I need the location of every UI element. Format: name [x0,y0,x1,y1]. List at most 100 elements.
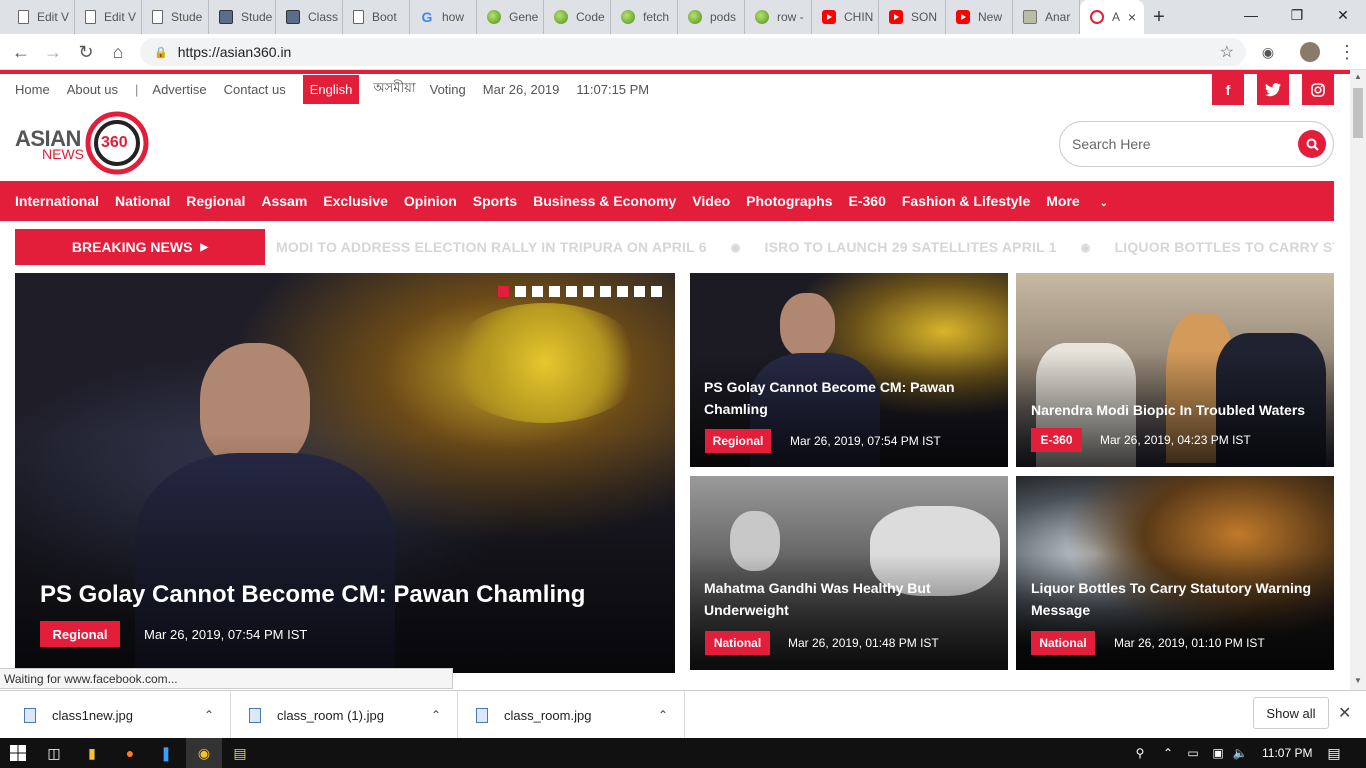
search-box[interactable]: Search Here [1059,121,1334,167]
slider-dot[interactable] [583,286,594,297]
ticker-item[interactable]: LIQUOR BOTTLES TO CARRY STATUTOR [1115,239,1335,255]
link-about-us[interactable]: About us [67,82,118,97]
ticker-item[interactable]: ISRO TO LAUNCH 29 SATELLITES APRIL 1 [765,239,1057,255]
card-title[interactable]: Narendra Modi Biopic In Troubled Waters [1031,399,1326,421]
browser-tab[interactable]: Class [276,0,343,34]
address-bar[interactable]: 🔒 https://asian360.in ☆ [140,38,1246,66]
slider-dot[interactable] [600,286,611,297]
card-category-badge[interactable]: National [1031,631,1095,655]
taskbar-clock[interactable]: 11:07 PM [1262,738,1312,768]
menu-kebab-icon[interactable]: ⋮ [1334,39,1360,65]
search-input[interactable]: Search Here [1072,136,1151,152]
lang-english-button[interactable]: English [302,74,360,104]
nav-e-360[interactable]: E-360 [849,193,886,209]
scroll-down-icon[interactable]: ▼ [1354,676,1362,685]
slider-dot[interactable] [651,286,662,297]
browser-tab[interactable]: Code [544,0,611,34]
minimize-icon[interactable]: — [1228,0,1274,30]
extension-icon[interactable]: ◉ [1255,39,1281,65]
slider-dot[interactable] [515,286,526,297]
task-view-icon[interactable]: ◫ [36,738,72,768]
notepad-icon[interactable]: ▤ [222,738,258,768]
hero-title[interactable]: PS Golay Cannot Become CM: Pawan Chamlin… [40,581,585,609]
slider-dot[interactable] [549,286,560,297]
browser-tab[interactable]: New [946,0,1013,34]
browser-tab[interactable]: Boot [343,0,410,34]
nav-fashion-lifestyle[interactable]: Fashion & Lifestyle [902,193,1030,209]
scrollbar-thumb[interactable] [1353,88,1363,138]
slider-dot[interactable] [617,286,628,297]
page-scrollbar[interactable]: ▲ ▼ [1350,70,1366,690]
news-card[interactable]: PS Golay Cannot Become CM: Pawan Chamlin… [690,273,1008,467]
link-voting[interactable]: Voting [430,82,466,97]
browser-tab[interactable]: Gene [477,0,544,34]
nav-regional[interactable]: Regional [186,193,245,209]
back-arrow-icon[interactable]: ← [8,39,34,65]
browser-tab[interactable]: CHIN [812,0,879,34]
forward-arrow-icon[interactable]: → [40,39,66,65]
hero-category-badge[interactable]: Regional [40,621,120,647]
browser-tab[interactable]: Stude [142,0,209,34]
nav-opinion[interactable]: Opinion [404,193,457,209]
slider-dot[interactable] [532,286,543,297]
scroll-up-icon[interactable]: ▲ [1354,72,1362,81]
slider-dot[interactable] [498,286,509,297]
notification-icon[interactable]: ▤ [1316,738,1352,768]
nav-business-economy[interactable]: Business & Economy [533,193,676,209]
browser-tab[interactable]: Edit V [8,0,75,34]
link-contact-us[interactable]: Contact us [224,82,286,97]
nav-international[interactable]: International [15,193,99,209]
browser-tab[interactable]: Stude [209,0,276,34]
windows-start-icon[interactable] [0,738,36,768]
facebook-icon[interactable]: f [1212,74,1244,105]
search-icon[interactable] [1298,130,1326,158]
browser-tab[interactable]: Anar [1013,0,1080,34]
vscode-icon[interactable]: ❚ [148,738,184,768]
card-category-badge[interactable]: E-360 [1031,428,1082,452]
browser-tab[interactable]: SON [879,0,946,34]
browser-tab[interactable]: Edit V [75,0,142,34]
chevron-up-icon[interactable]: ⌃ [658,708,668,722]
card-title[interactable]: Mahatma Gandhi Was Healthy But Underweig… [704,577,994,621]
news-card[interactable]: Narendra Modi Biopic In Troubled Waters … [1016,273,1334,467]
card-category-badge[interactable]: Regional [705,429,771,453]
hero-slide[interactable]: PS Golay Cannot Become CM: Pawan Chamlin… [15,273,675,673]
close-window-icon[interactable]: ✕ [1320,0,1366,30]
browser-tab[interactable]: pods [678,0,745,34]
bookmark-star-icon[interactable]: ☆ [1220,42,1234,62]
firefox-icon[interactable]: ● [112,738,148,768]
home-icon[interactable]: ⌂ [105,39,131,65]
browser-tab[interactable]: fetch [611,0,678,34]
ticker-item[interactable]: MODI TO ADDRESS ELECTION RALLY IN TRIPUR… [276,239,707,255]
nav-national[interactable]: National [115,193,170,209]
nav-photographs[interactable]: Photographs [746,193,832,209]
link-advertise[interactable]: Advertise [152,82,206,97]
chrome-icon[interactable]: ◉ [186,738,222,768]
browser-tab[interactable]: A × [1080,0,1144,34]
news-card[interactable]: Mahatma Gandhi Was Healthy But Underweig… [690,476,1008,670]
slider-dot[interactable] [634,286,645,297]
profile-avatar[interactable] [1300,42,1320,62]
download-item[interactable]: class_room.jpg ⌃ [458,691,685,739]
browser-tab[interactable]: row - [745,0,812,34]
volume-icon[interactable]: 🔈 [1222,738,1258,768]
news-card[interactable]: Liquor Bottles To Carry Statutory Warnin… [1016,476,1334,670]
reload-icon[interactable]: ↻ [73,39,99,65]
card-title[interactable]: PS Golay Cannot Become CM: Pawan Chamlin… [704,376,994,420]
card-category-badge[interactable]: National [705,631,770,655]
card-title[interactable]: Liquor Bottles To Carry Statutory Warnin… [1031,577,1326,621]
close-tab-icon[interactable]: × [1128,9,1136,25]
chevron-up-icon[interactable]: ⌃ [431,708,441,722]
new-tab-button[interactable]: + [1144,0,1174,34]
twitter-icon[interactable] [1257,74,1289,105]
nav-video[interactable]: Video [692,193,730,209]
maximize-icon[interactable]: ❐ [1274,0,1320,30]
lang-assamese-button[interactable]: অসমীয়া [373,79,415,100]
show-all-downloads-button[interactable]: Show all [1253,697,1329,729]
chevron-up-icon[interactable]: ⌃ [204,708,214,722]
browser-tab[interactable]: Ghow [410,0,477,34]
nav-assam[interactable]: Assam [261,193,307,209]
download-item[interactable]: class1new.jpg ⌃ [0,691,231,739]
site-logo[interactable]: ASIAN NEWS 360 [15,110,155,176]
slider-dot[interactable] [566,286,577,297]
